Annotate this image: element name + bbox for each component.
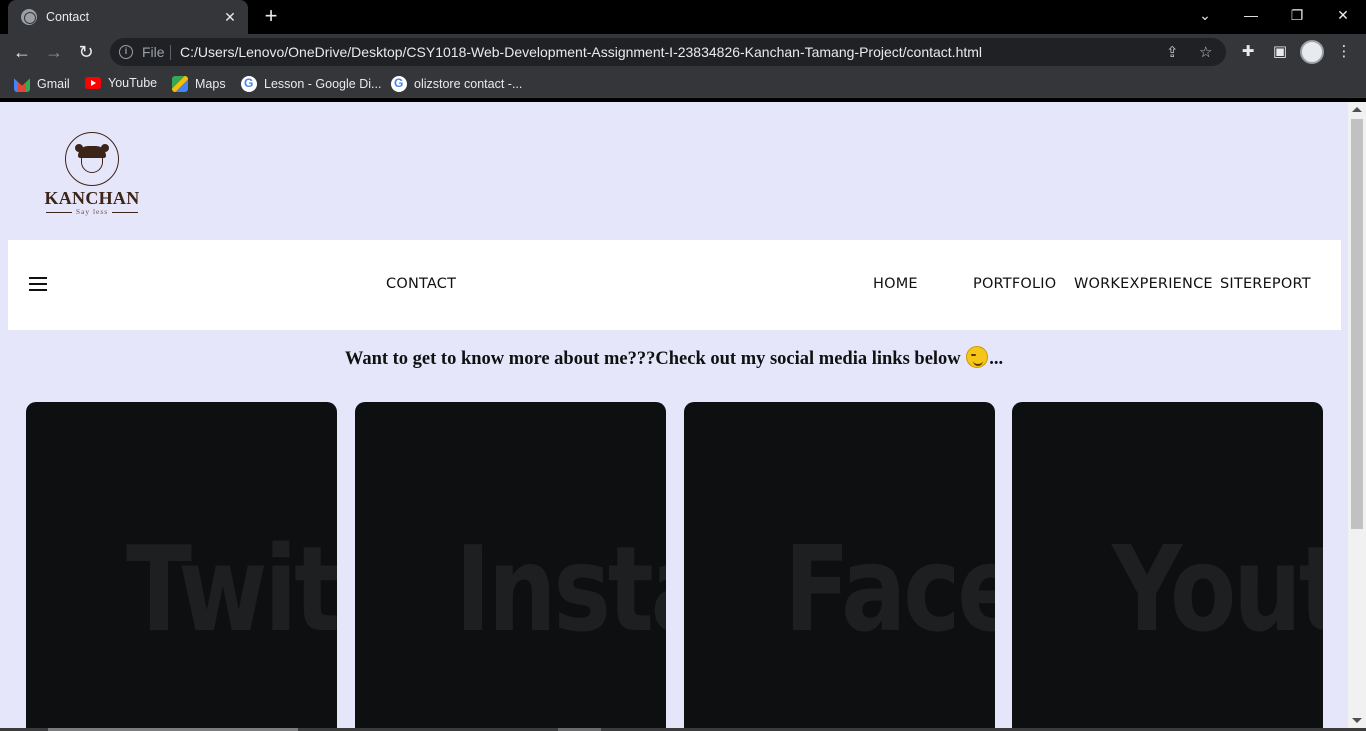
tab-title: Contact: [46, 10, 90, 24]
nav-link-sitereport[interactable]: SITEREPORT: [1220, 276, 1311, 292]
scroll-up-arrow-icon[interactable]: [1352, 107, 1362, 112]
gmail-icon: [14, 78, 30, 92]
globe-icon: [21, 9, 37, 25]
tab-search-icon[interactable]: ⌄: [1182, 0, 1228, 30]
url-text[interactable]: C:/Users/Lenovo/OneDrive/Desktop/CSY1018…: [180, 44, 982, 60]
profile-avatar[interactable]: [1300, 40, 1324, 64]
share-icon[interactable]: ⇪: [1166, 43, 1179, 61]
browser-toolbar: ← → ↻ i File C:/Users/Lenovo/OneDrive/De…: [0, 34, 1366, 70]
file-scheme-label: File: [142, 44, 165, 60]
close-window-icon[interactable]: ✕: [1320, 0, 1366, 30]
social-card-facebook[interactable]: Facebook: [684, 402, 995, 728]
address-separator: [170, 45, 171, 60]
bookmark-label: Gmail: [37, 77, 70, 91]
social-card-youtube[interactable]: Youtube: [1012, 402, 1323, 728]
scroll-down-arrow-icon[interactable]: [1352, 718, 1362, 723]
social-card-twitter[interactable]: Twitter: [26, 402, 337, 728]
scrollbar-thumb[interactable]: [1351, 119, 1363, 529]
nav-link-portfolio[interactable]: PORTFOLIO: [973, 276, 1056, 292]
nav-link-home[interactable]: HOME: [873, 276, 918, 292]
site-logo[interactable]: KANCHAN Say less: [38, 130, 146, 216]
address-bar[interactable]: i File C:/Users/Lenovo/OneDrive/Desktop/…: [110, 38, 1226, 66]
bookmark-label: olizstore contact -...: [414, 77, 523, 91]
youtube-icon: [85, 77, 101, 89]
maps-icon: [172, 76, 188, 92]
page-viewport: KANCHAN Say less CONTACT HOME PORTFOLIO …: [0, 102, 1348, 728]
restore-icon[interactable]: ❐: [1274, 0, 1320, 30]
bookmark-star-icon[interactable]: ☆: [1199, 43, 1212, 61]
hamburger-menu-icon[interactable]: [29, 277, 47, 291]
menu-kebab-icon[interactable]: ⋮: [1334, 42, 1354, 60]
google-icon: [241, 76, 257, 92]
tab-close-icon[interactable]: ✕: [222, 9, 238, 26]
bookmark-gmail[interactable]: Gmail: [14, 76, 70, 92]
card-background-word: Instagram: [455, 520, 666, 658]
back-arrow-icon[interactable]: ←: [10, 40, 34, 64]
vertical-scrollbar[interactable]: [1348, 102, 1366, 728]
card-background-word: Facebook: [784, 520, 995, 658]
browser-tab-active[interactable]: Contact ✕: [8, 0, 248, 34]
headline-text: Want to get to know more about me???Chec…: [344, 349, 966, 369]
card-background-word: Youtube: [1112, 520, 1323, 658]
bookmark-olizstore-contact[interactable]: olizstore contact -...: [391, 76, 522, 92]
bookmark-label: Lesson - Google Di...: [264, 77, 382, 91]
smirk-emoji-icon: [966, 346, 989, 368]
nav-current-contact[interactable]: CONTACT: [386, 276, 456, 292]
new-tab-button[interactable]: +: [258, 4, 284, 30]
headline-suffix: ...: [989, 349, 1004, 369]
bookmarks-bar: Gmail YouTube Maps Lesson - Google Di...…: [0, 70, 1366, 98]
logo-tagline: Say less: [38, 207, 146, 216]
bookmark-label: YouTube: [108, 76, 158, 90]
minimize-icon[interactable]: —: [1228, 0, 1274, 30]
reload-icon[interactable]: ↻: [74, 40, 98, 64]
logo-name: KANCHAN: [44, 188, 140, 208]
card-background-word: Twitter: [126, 520, 337, 658]
site-info-icon[interactable]: i: [119, 45, 133, 59]
side-panel-icon[interactable]: ▣: [1270, 42, 1290, 60]
forward-arrow-icon[interactable]: →: [42, 40, 66, 64]
google-icon: [391, 76, 407, 92]
bookmark-maps[interactable]: Maps: [172, 76, 226, 92]
bookmark-lesson-google-drive[interactable]: Lesson - Google Di...: [241, 76, 381, 92]
extensions-puzzle-icon[interactable]: ✚: [1238, 42, 1258, 60]
browser-titlebar: Contact ✕ + ⌄ — ❐ ✕: [0, 0, 1366, 34]
social-card-instagram[interactable]: Instagram: [355, 402, 666, 728]
main-navbar: CONTACT HOME PORTFOLIO WORKEXPERIENCE SI…: [8, 240, 1341, 330]
nav-link-workexperience[interactable]: WORKEXPERIENCE: [1074, 276, 1213, 292]
bookmark-label: Maps: [195, 77, 226, 91]
bookmark-youtube[interactable]: YouTube: [85, 76, 157, 90]
page-headline: Want to get to know more about me???Chec…: [0, 346, 1348, 370]
